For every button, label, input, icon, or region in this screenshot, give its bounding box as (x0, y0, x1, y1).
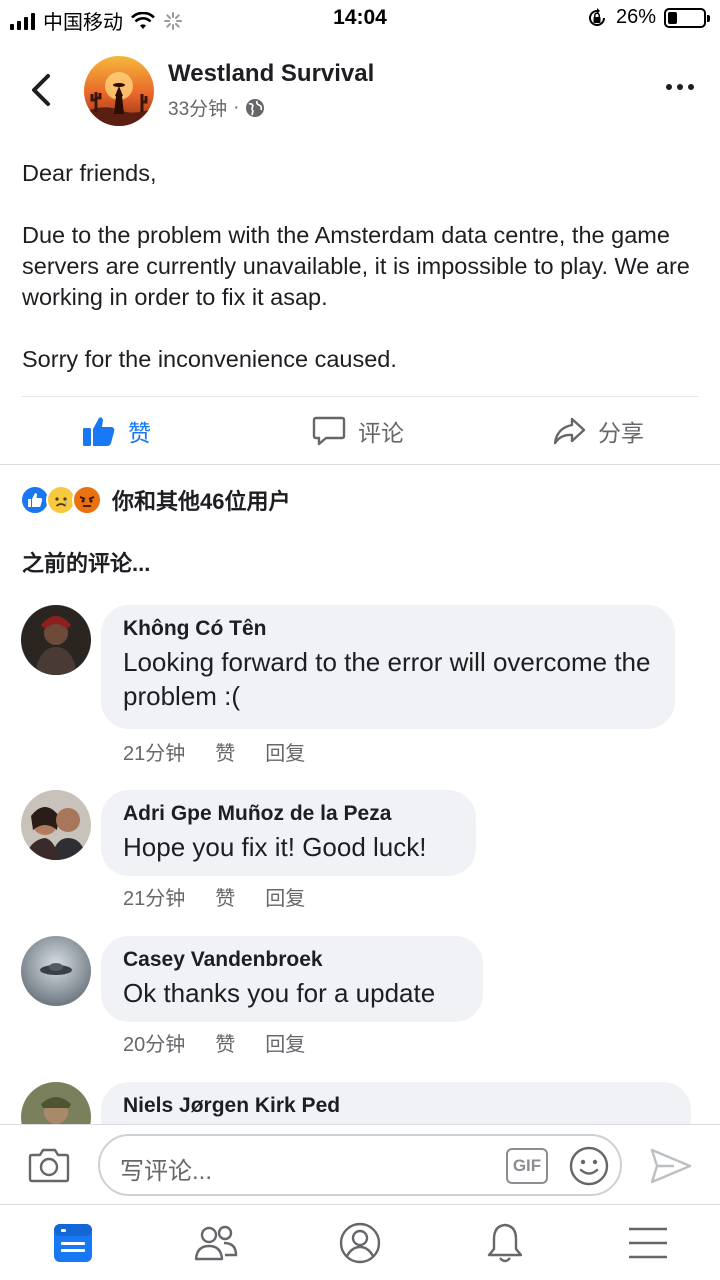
comment-time: 20分钟 (123, 1034, 186, 1056)
comment-like-button[interactable]: 赞 (215, 1028, 235, 1057)
post-time: 33分钟 (168, 99, 228, 120)
emoji-icon[interactable] (568, 1145, 610, 1187)
commenter-name[interactable]: Casey Vandenbroek (123, 948, 461, 972)
post-header: Westland Survival 33分钟 · (0, 52, 720, 132)
comment-time: 21分钟 (123, 743, 186, 765)
post-actions: 赞 评论 分享 (0, 400, 720, 464)
section-divider (0, 464, 720, 465)
post-body: Dear friends, Due to the problem with th… (22, 158, 702, 406)
page-avatar[interactable] (84, 56, 154, 126)
commenter-name[interactable]: Không Có Tên (123, 617, 653, 641)
comment-text: Hope you fix it! Good luck! (123, 832, 427, 862)
comment-reply-button[interactable]: 回复 (265, 882, 305, 911)
gif-button[interactable]: GIF (506, 1148, 548, 1184)
globe-icon (246, 98, 265, 117)
share-label: 分享 (598, 420, 644, 446)
comment-compose-bar: 写评论... GIF (0, 1124, 720, 1204)
camera-icon[interactable] (28, 1147, 70, 1183)
comment-reply-button[interactable]: 回复 (265, 737, 305, 766)
avatar[interactable] (21, 790, 91, 860)
comment-input-placeholder: 写评论... (120, 1158, 213, 1185)
comment-input[interactable]: 写评论... GIF (98, 1134, 622, 1196)
back-icon[interactable] (24, 70, 60, 110)
post-paragraph: Sorry for the inconvenience caused. (22, 346, 397, 372)
comment-like-button[interactable]: 赞 (215, 882, 235, 911)
bottom-tab-bar (0, 1204, 720, 1280)
share-icon (553, 417, 586, 445)
comment-text: Looking forward to the error will overco… (123, 647, 651, 711)
friends-tab-icon[interactable] (194, 1221, 238, 1265)
comment-text: Ok thanks you for a update (123, 978, 436, 1008)
menu-tab-icon[interactable] (626, 1221, 670, 1265)
post-meta: 33分钟 · (168, 94, 265, 121)
previous-comments-link[interactable]: 之前的评论... (22, 546, 150, 578)
rotation-lock-icon (588, 7, 605, 26)
comment-meta: 20分钟 赞 回复 (123, 1028, 305, 1057)
send-icon[interactable] (650, 1147, 692, 1185)
post-paragraph: Dear friends, (22, 160, 157, 186)
avatar[interactable] (21, 605, 91, 675)
divider (22, 396, 698, 397)
thumbs-up-icon (83, 417, 115, 446)
status-bar: 中国移动 14:04 26% (0, 0, 720, 36)
news-feed-tab-icon[interactable] (51, 1221, 95, 1265)
battery-percent: 26% (615, 6, 656, 28)
commenter-name[interactable]: Adri Gpe Muñoz de la Peza (123, 802, 454, 826)
notifications-bell-icon[interactable] (483, 1221, 527, 1265)
reactions-summary[interactable]: 你和其他46位用户 (20, 484, 290, 516)
comment-label: 评论 (358, 420, 404, 446)
comment-icon (312, 416, 346, 446)
comment-like-button[interactable]: 赞 (215, 737, 235, 766)
profile-tab-icon[interactable] (338, 1221, 382, 1265)
status-right: 26% (586, 6, 710, 29)
comment-bubble[interactable]: Không Có Tên Looking forward to the erro… (101, 605, 675, 729)
more-options-icon[interactable] (666, 84, 694, 90)
comment-button[interactable]: 评论 (312, 414, 404, 448)
comment-meta: 21分钟 赞 回复 (123, 882, 305, 911)
comment-time: 21分钟 (123, 888, 186, 910)
reactions-label: 你和其他46位用户 (112, 489, 291, 514)
post-paragraph: Due to the problem with the Amsterdam da… (22, 222, 690, 310)
share-button[interactable]: 分享 (552, 414, 644, 448)
battery-icon (664, 7, 710, 28)
page-name[interactable]: Westland Survival (168, 60, 374, 88)
commenter-name[interactable]: Niels Jørgen Kirk Ped (123, 1094, 669, 1118)
like-label: 赞 (128, 420, 151, 446)
like-button[interactable]: 赞 (82, 414, 151, 448)
comment-bubble[interactable]: Adri Gpe Muñoz de la Peza Hope you fix i… (101, 790, 476, 876)
comment-reply-button[interactable]: 回复 (265, 1028, 305, 1057)
avatar[interactable] (21, 936, 91, 1006)
angry-reaction-icon (72, 485, 102, 515)
comment-meta: 21分钟 赞 回复 (123, 737, 305, 766)
comment-bubble[interactable]: Casey Vandenbroek Ok thanks you for a up… (101, 936, 483, 1022)
meta-separator: · (233, 96, 240, 118)
